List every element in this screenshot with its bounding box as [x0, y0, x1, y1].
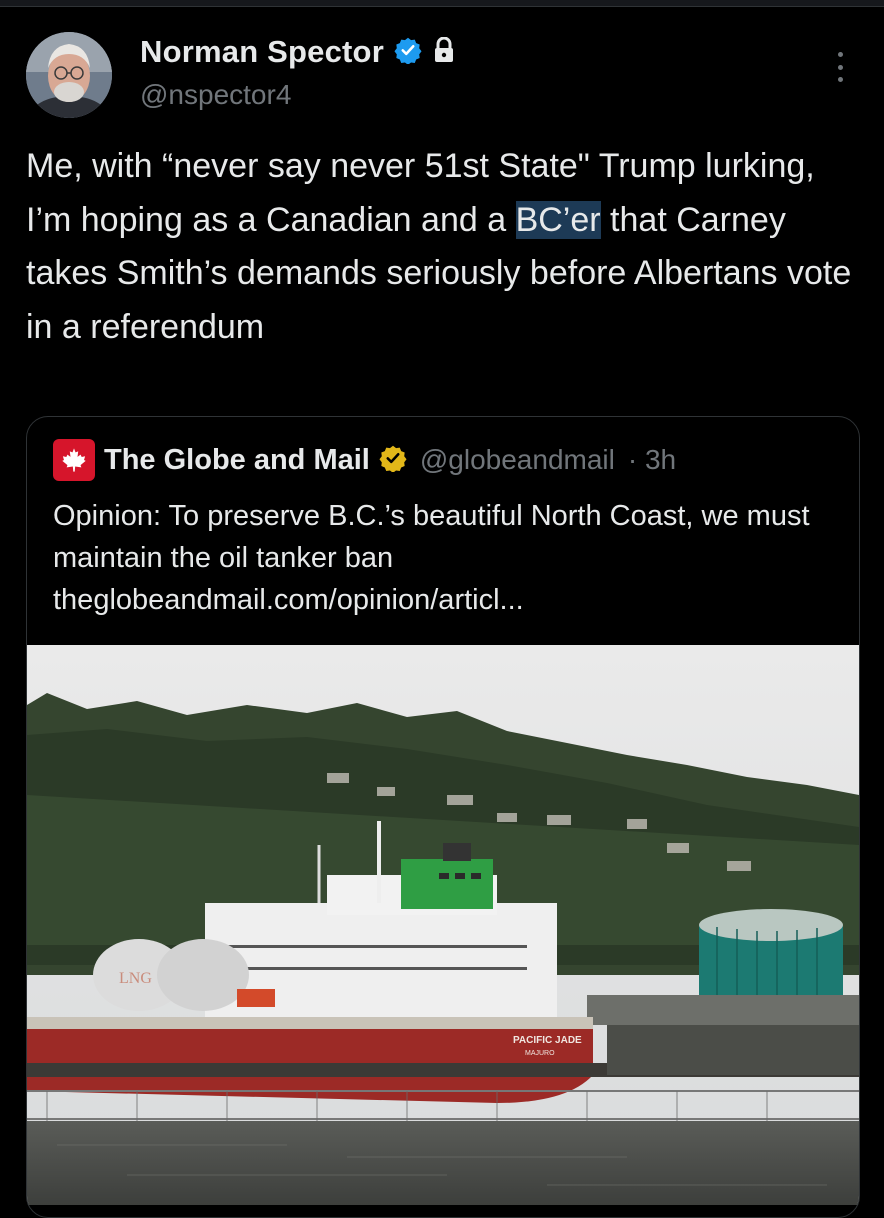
more-options-icon[interactable]	[830, 52, 850, 82]
tank-label: LNG	[119, 970, 152, 987]
avatar[interactable]	[26, 32, 112, 118]
avatar-photo	[26, 32, 112, 118]
highlighted-text: BC’er	[515, 200, 601, 239]
quoted-header: The Globe and Mail @globeandmail · 3h	[53, 439, 676, 481]
ship-port-name: MAJURO	[525, 1050, 555, 1057]
gold-verified-badge-icon	[379, 444, 407, 477]
top-divider	[0, 0, 884, 7]
quoted-article-image[interactable]: LNG PACIFIC JADE MAJURO	[27, 645, 859, 1205]
quoted-timestamp[interactable]: · 3h	[628, 444, 676, 476]
author-handle[interactable]: @nspector4	[140, 79, 291, 111]
verified-badge-icon	[394, 36, 422, 69]
lock-icon	[432, 36, 456, 68]
quoted-text-block: Opinion: To preserve B.C.’s beautiful No…	[53, 495, 843, 621]
quoted-author-name[interactable]: The Globe and Mail	[104, 444, 370, 477]
author-name[interactable]: Norman Spector	[140, 34, 384, 70]
maple-leaf-icon	[53, 439, 95, 481]
quoted-link[interactable]: theglobeandmail.com/opinion/articl...	[53, 584, 524, 616]
quoted-author-handle[interactable]: @globeandmail	[420, 444, 615, 476]
quoted-text: Opinion: To preserve B.C.’s beautiful No…	[53, 500, 818, 574]
ship-hull-name: PACIFIC JADE	[513, 1035, 582, 1046]
tweet-text: Me, with “never say never 51st State" Tr…	[26, 140, 866, 354]
author-row: Norman Spector	[140, 34, 456, 70]
quoted-tweet-card[interactable]: The Globe and Mail @globeandmail · 3h Op…	[26, 416, 860, 1218]
